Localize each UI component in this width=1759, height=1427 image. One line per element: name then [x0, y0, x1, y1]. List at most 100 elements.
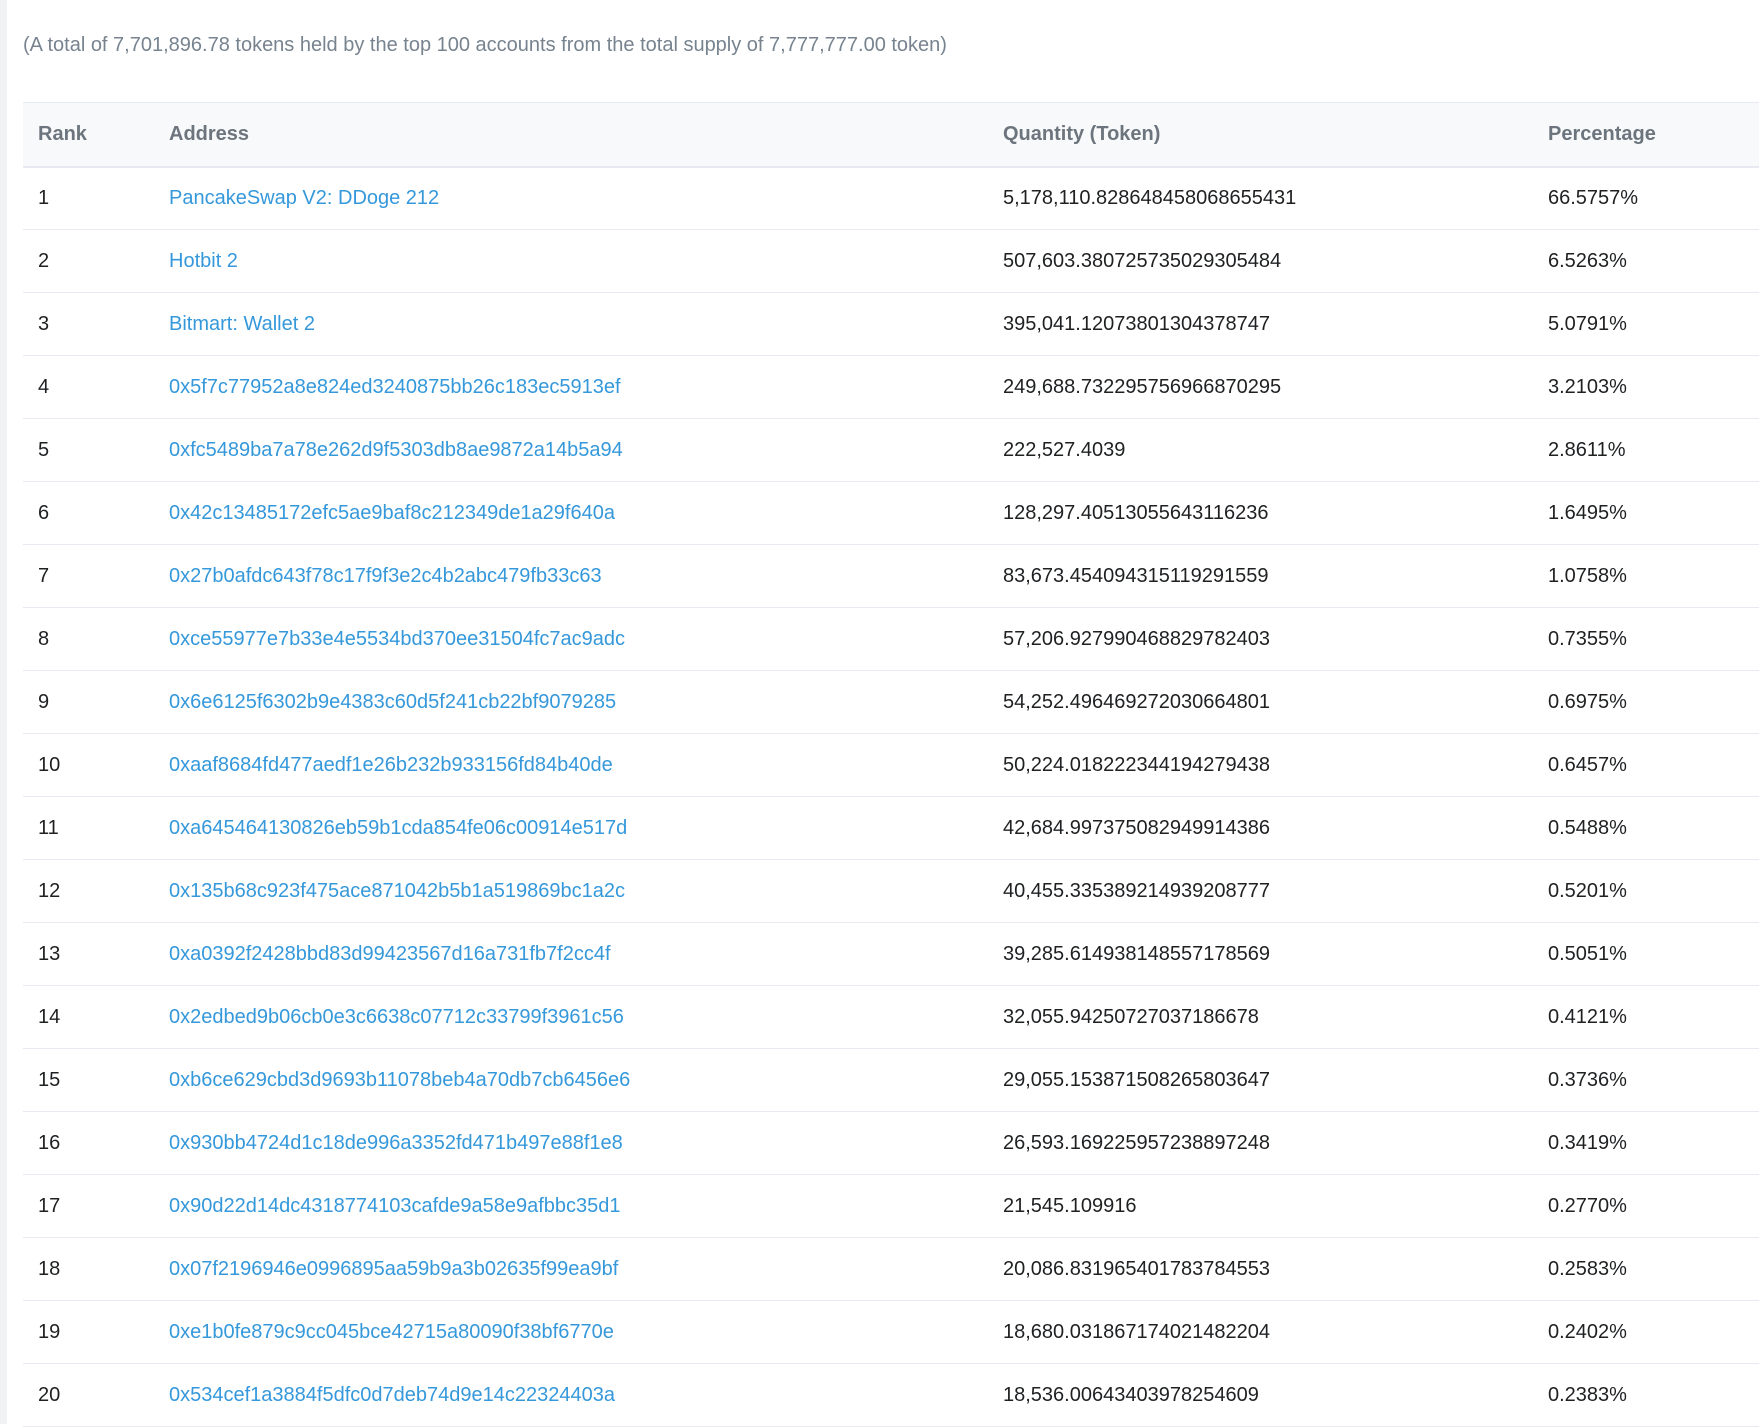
rank-cell: 5 [23, 418, 154, 482]
address-link[interactable]: 0xa645464130826eb59b1cda854fe06c00914e51… [169, 817, 627, 839]
rank-cell: 8 [23, 607, 154, 671]
address-link[interactable]: 0x42c13485172efc5ae9baf8c212349de1a29f64… [169, 502, 615, 524]
percentage-cell: 0.3419% [1533, 1111, 1759, 1175]
table-row: 13 0xa0392f2428bbd83d99423567d16a731fb7f2… [23, 922, 1759, 986]
percentage-cell: 1.0758% [1533, 544, 1759, 608]
address-cell: 0x07f2196946e0996895aa59b9a3b02635f99ea9… [154, 1237, 988, 1301]
table-row: 12 0x135b68c923f475ace871042b5b1a519869bc… [23, 859, 1759, 923]
address-cell: Bitmart: Wallet 2 [154, 292, 988, 356]
address-link[interactable]: 0x07f2196946e0996895aa59b9a3b02635f99ea9… [169, 1258, 618, 1280]
percentage-cell: 5.0791% [1533, 292, 1759, 356]
quantity-cell: 507,603.380725735029305484 [988, 229, 1533, 293]
rank-cell: 3 [23, 292, 154, 356]
token-holders-table: Rank Address Quantity (Token) Percentage… [23, 102, 1759, 1427]
table-row: 11 0xa645464130826eb59b1cda854fe06c00914e… [23, 796, 1759, 860]
table-row: 18 0x07f2196946e0996895aa59b9a3b02635f99e… [23, 1237, 1759, 1301]
rank-cell: 7 [23, 544, 154, 608]
address-cell: 0x27b0afdc643f78c17f9f3e2c4b2abc479fb33c… [154, 544, 988, 608]
table-row: 1 PancakeSwap V2: DDoge 212 5,178,110.8286… [23, 166, 1759, 230]
rank-cell: 20 [23, 1363, 154, 1427]
address-link[interactable]: 0xb6ce629cbd3d9693b11078beb4a70db7cb6456… [169, 1069, 630, 1091]
address-cell: 0x534cef1a3884f5dfc0d7deb74d9e14c2232440… [154, 1363, 988, 1427]
address-link[interactable]: 0xce55977e7b33e4e5534bd370ee31504fc7ac9a… [169, 628, 625, 650]
table-row: 15 0xb6ce629cbd3d9693b11078beb4a70db7cb64… [23, 1048, 1759, 1112]
address-link[interactable]: 0x5f7c77952a8e824ed3240875bb26c183ec5913… [169, 376, 621, 398]
address-cell: 0xaaf8684fd477aedf1e26b232b933156fd84b40… [154, 733, 988, 797]
address-cell: Hotbit 2 [154, 229, 988, 293]
address-cell: 0x42c13485172efc5ae9baf8c212349de1a29f64… [154, 481, 988, 545]
rank-cell: 10 [23, 733, 154, 797]
address-link[interactable]: 0x930bb4724d1c18de996a3352fd471b497e88f1… [169, 1132, 623, 1154]
percentage-cell: 0.2770% [1533, 1174, 1759, 1238]
percentage-cell: 0.2402% [1533, 1300, 1759, 1364]
rank-cell: 6 [23, 481, 154, 545]
address-cell: 0x930bb4724d1c18de996a3352fd471b497e88f1… [154, 1111, 988, 1175]
quantity-cell: 83,673.454094315119291559 [988, 544, 1533, 608]
quantity-cell: 29,055.153871508265803647 [988, 1048, 1533, 1112]
holders-summary: (A total of 7,701,896.78 tokens held by … [23, 34, 947, 56]
address-link[interactable]: 0x135b68c923f475ace871042b5b1a519869bc1a… [169, 880, 625, 902]
table-row: 9 0x6e6125f6302b9e4383c60d5f241cb22bf9079… [23, 670, 1759, 734]
rank-cell: 15 [23, 1048, 154, 1112]
address-link[interactable]: Bitmart: Wallet 2 [169, 313, 315, 335]
quantity-cell: 20,086.831965401783784553 [988, 1237, 1533, 1301]
table-row: 16 0x930bb4724d1c18de996a3352fd471b497e88… [23, 1111, 1759, 1175]
rank-cell: 4 [23, 355, 154, 419]
table-row: 20 0x534cef1a3884f5dfc0d7deb74d9e14c22324… [23, 1363, 1759, 1427]
address-link[interactable]: 0xa0392f2428bbd83d99423567d16a731fb7f2cc… [169, 943, 611, 965]
quantity-cell: 32,055.94250727037186678 [988, 985, 1533, 1049]
percentage-cell: 0.3736% [1533, 1048, 1759, 1112]
percentage-cell: 0.6457% [1533, 733, 1759, 797]
column-header-percentage: Percentage [1533, 102, 1759, 168]
table-header-row: Rank Address Quantity (Token) Percentage [23, 102, 1759, 168]
percentage-cell: 0.5488% [1533, 796, 1759, 860]
table-row: 3 Bitmart: Wallet 2 395,041.12073801304378… [23, 292, 1759, 356]
table-body: 1 PancakeSwap V2: DDoge 212 5,178,110.8286… [23, 166, 1759, 1427]
rank-cell: 11 [23, 796, 154, 860]
column-header-rank: Rank [23, 102, 154, 168]
address-link[interactable]: 0x2edbed9b06cb0e3c6638c07712c33799f3961c… [169, 1006, 624, 1028]
address-link[interactable]: 0x534cef1a3884f5dfc0d7deb74d9e14c2232440… [169, 1384, 615, 1406]
quantity-cell: 40,455.335389214939208777 [988, 859, 1533, 923]
quantity-cell: 128,297.40513055643116236 [988, 481, 1533, 545]
quantity-cell: 26,593.169225957238897248 [988, 1111, 1533, 1175]
quantity-cell: 57,206.927990468829782403 [988, 607, 1533, 671]
address-cell: 0xb6ce629cbd3d9693b11078beb4a70db7cb6456… [154, 1048, 988, 1112]
column-header-quantity: Quantity (Token) [988, 102, 1533, 168]
table-row: 8 0xce55977e7b33e4e5534bd370ee31504fc7ac9… [23, 607, 1759, 671]
percentage-cell: 0.6975% [1533, 670, 1759, 734]
address-link[interactable]: 0x27b0afdc643f78c17f9f3e2c4b2abc479fb33c… [169, 565, 602, 587]
quantity-cell: 50,224.018222344194279438 [988, 733, 1533, 797]
table-row: 19 0xe1b0fe879c9cc045bce42715a80090f38bf6… [23, 1300, 1759, 1364]
address-cell: 0x2edbed9b06cb0e3c6638c07712c33799f3961c… [154, 985, 988, 1049]
percentage-cell: 0.4121% [1533, 985, 1759, 1049]
rank-cell: 17 [23, 1174, 154, 1238]
address-link[interactable]: 0xfc5489ba7a78e262d9f5303db8ae9872a14b5a… [169, 439, 623, 461]
percentage-cell: 66.5757% [1533, 166, 1759, 230]
percentage-cell: 3.2103% [1533, 355, 1759, 419]
table-row: 6 0x42c13485172efc5ae9baf8c212349de1a29f6… [23, 481, 1759, 545]
percentage-cell: 0.7355% [1533, 607, 1759, 671]
address-cell: 0x5f7c77952a8e824ed3240875bb26c183ec5913… [154, 355, 988, 419]
address-link[interactable]: Hotbit 2 [169, 250, 238, 272]
address-link[interactable]: 0xe1b0fe879c9cc045bce42715a80090f38bf677… [169, 1321, 614, 1343]
address-link[interactable]: 0x6e6125f6302b9e4383c60d5f241cb22bf90792… [169, 691, 616, 713]
address-link[interactable]: 0x90d22d14dc4318774103cafde9a58e9afbbc35… [169, 1195, 621, 1217]
quantity-cell: 395,041.12073801304378747 [988, 292, 1533, 356]
rank-cell: 1 [23, 166, 154, 230]
address-cell: 0xce55977e7b33e4e5534bd370ee31504fc7ac9a… [154, 607, 988, 671]
address-link[interactable]: PancakeSwap V2: DDoge 212 [169, 187, 439, 209]
quantity-cell: 39,285.614938148557178569 [988, 922, 1533, 986]
address-cell: 0x6e6125f6302b9e4383c60d5f241cb22bf90792… [154, 670, 988, 734]
address-link[interactable]: 0xaaf8684fd477aedf1e26b232b933156fd84b40… [169, 754, 613, 776]
rank-cell: 18 [23, 1237, 154, 1301]
rank-cell: 12 [23, 859, 154, 923]
percentage-cell: 0.5051% [1533, 922, 1759, 986]
quantity-cell: 42,684.997375082949914386 [988, 796, 1533, 860]
table-row: 14 0x2edbed9b06cb0e3c6638c07712c33799f396… [23, 985, 1759, 1049]
quantity-cell: 54,252.496469272030664801 [988, 670, 1533, 734]
table-row: 4 0x5f7c77952a8e824ed3240875bb26c183ec591… [23, 355, 1759, 419]
address-cell: PancakeSwap V2: DDoge 212 [154, 166, 988, 230]
quantity-cell: 21,545.109916 [988, 1174, 1533, 1238]
address-cell: 0xe1b0fe879c9cc045bce42715a80090f38bf677… [154, 1300, 988, 1364]
